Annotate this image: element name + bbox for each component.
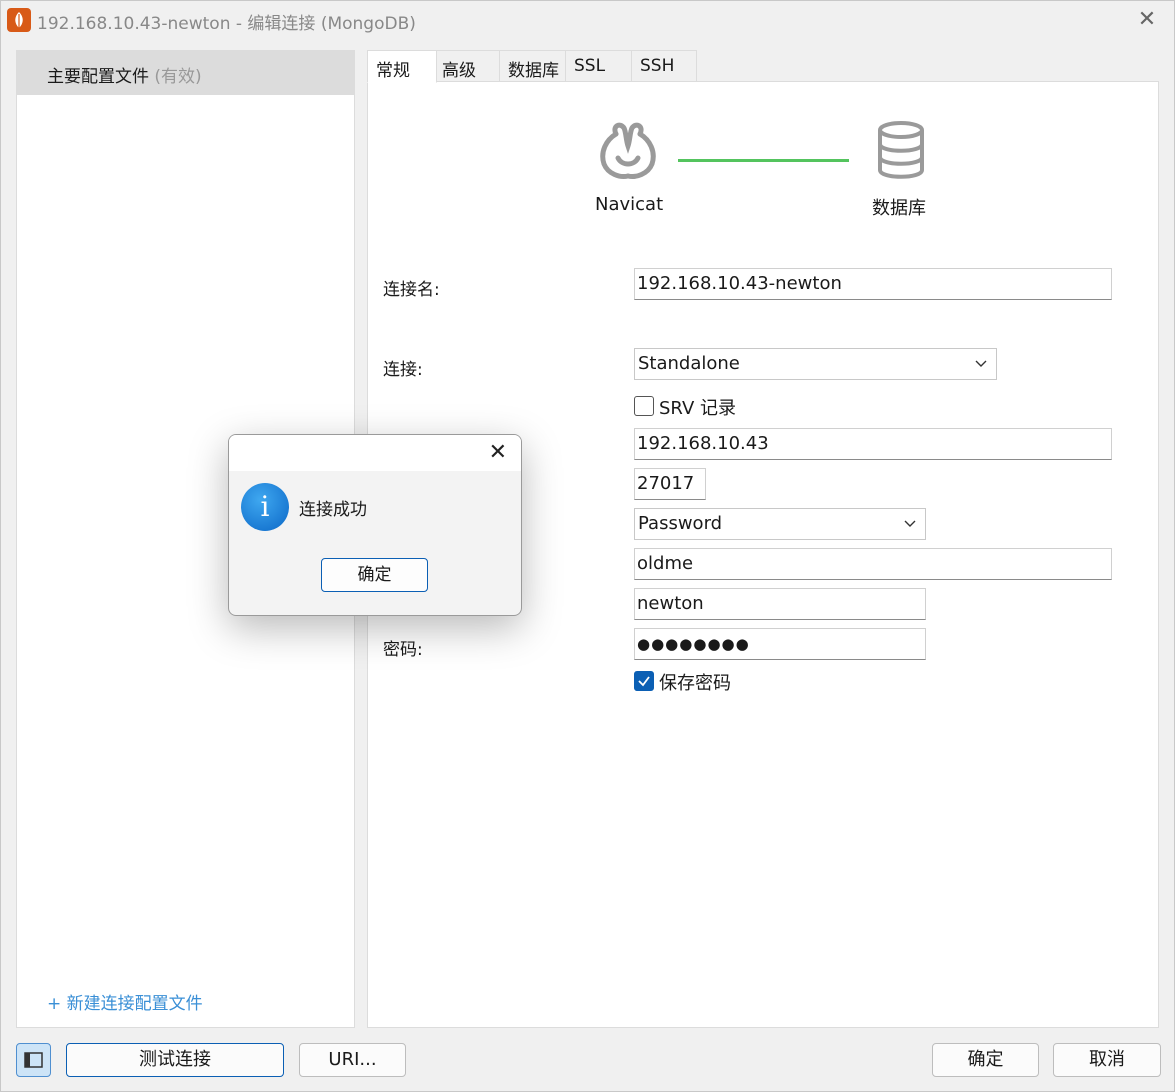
dialog-ok-button[interactable]: 确定 <box>321 558 428 592</box>
connection-type-label: 连接: <box>383 360 423 380</box>
navicat-logo-icon <box>596 120 660 182</box>
server-label: 数据库 <box>872 198 926 219</box>
connection-name-field[interactable]: 192.168.10.43-newton <box>634 268 1112 300</box>
edit-connection-window: 192.168.10.43-newton - 编辑连接 (MongoDB) ✕ … <box>0 0 1175 1092</box>
tab-ssh[interactable]: SSH <box>631 50 697 82</box>
auth-database-field[interactable]: oldme <box>634 548 1112 580</box>
connection-name-label: 连接名: <box>383 280 440 300</box>
info-icon: i <box>241 483 289 531</box>
mongodb-leaf-icon <box>7 8 31 32</box>
srv-record-checkbox[interactable] <box>634 396 654 416</box>
connection-link-line <box>678 159 849 162</box>
connection-success-dialog: ✕ i 连接成功 确定 <box>228 434 522 616</box>
tab-general[interactable]: 常规 <box>367 50 437 83</box>
tab-advanced[interactable]: 高级 <box>433 50 501 82</box>
tab-ssl[interactable]: SSL <box>565 50 633 82</box>
save-password-label: 保存密码 <box>659 673 731 694</box>
database-icon <box>876 120 926 182</box>
auth-method-select[interactable]: Password <box>634 508 926 540</box>
window-title: 192.168.10.43-newton - 编辑连接 (MongoDB) <box>37 14 416 34</box>
profile-item-main[interactable]: 主要配置文件 (有效) <box>17 51 354 95</box>
host-field[interactable]: 192.168.10.43 <box>634 428 1112 460</box>
client-label: Navicat <box>595 194 664 215</box>
save-password-checkbox[interactable] <box>634 671 654 691</box>
new-profile-link[interactable]: + 新建连接配置文件 <box>47 989 203 1014</box>
password-label: 密码: <box>383 640 423 660</box>
chevron-down-icon <box>903 514 917 535</box>
sidebar-toggle-button[interactable] <box>16 1043 51 1077</box>
port-field[interactable]: 27017 <box>634 468 706 500</box>
test-connection-button[interactable]: 测试连接 <box>66 1043 284 1077</box>
uri-button[interactable]: URI... <box>299 1043 406 1077</box>
ok-button[interactable]: 确定 <box>932 1043 1039 1077</box>
dialog-close-icon[interactable]: ✕ <box>489 440 507 465</box>
panel-icon <box>24 1052 43 1068</box>
tab-database[interactable]: 数据库 <box>499 50 567 82</box>
profile-status: (有效) <box>154 67 202 87</box>
password-field[interactable]: ●●●●●●●● <box>634 628 926 660</box>
auth-method-value: Password <box>638 513 723 534</box>
profile-name: 主要配置文件 <box>47 67 149 87</box>
username-field[interactable]: newton <box>634 588 926 620</box>
window-close-icon[interactable]: ✕ <box>1134 7 1160 33</box>
connection-type-select[interactable]: Standalone <box>634 348 997 380</box>
dialog-header: ✕ <box>229 435 521 471</box>
srv-record-label: SRV 记录 <box>659 398 736 419</box>
connection-type-value: Standalone <box>638 353 740 374</box>
title-bar: 192.168.10.43-newton - 编辑连接 (MongoDB) ✕ <box>1 1 1174 39</box>
dialog-message: 连接成功 <box>299 500 367 520</box>
chevron-down-icon <box>974 354 988 375</box>
cancel-button[interactable]: 取消 <box>1053 1043 1161 1077</box>
